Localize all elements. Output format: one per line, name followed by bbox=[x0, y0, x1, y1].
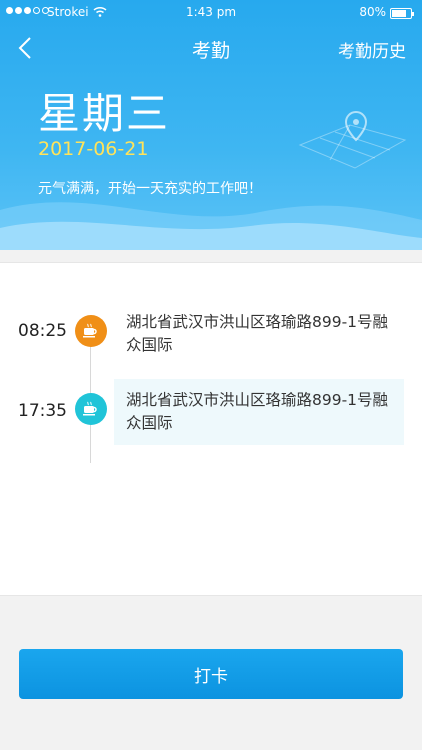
nav-bar: 考勤 考勤历史 bbox=[0, 26, 422, 70]
attendance-history-link[interactable]: 考勤历史 bbox=[338, 37, 406, 62]
map-pin-decoration-icon bbox=[298, 110, 407, 169]
attendance-record: 17:35 湖北省武汉市洪山区珞瑜路899-1号融众国际 bbox=[0, 379, 422, 445]
battery-percentage: 80% bbox=[359, 5, 386, 19]
battery-icon bbox=[390, 8, 414, 19]
date-label: 2017-06-21 bbox=[38, 138, 149, 160]
attendance-record: 08:25 湖北省武汉市洪山区珞瑜路899-1号融众国际 bbox=[0, 301, 422, 365]
punch-in-button[interactable]: 打卡 bbox=[19, 649, 403, 699]
coffee-icon bbox=[75, 315, 107, 347]
record-time: 17:35 bbox=[18, 401, 67, 421]
attendance-records: 08:25 湖北省武汉市洪山区珞瑜路899-1号融众国际 17:35 湖北省武汉… bbox=[0, 262, 422, 596]
slogan-text: 元气满满，开始一天充实的工作吧！ bbox=[38, 181, 262, 197]
record-time: 08:25 bbox=[18, 321, 67, 341]
record-address: 湖北省武汉市洪山区珞瑜路899-1号融众国际 bbox=[126, 313, 389, 354]
weekday-label: 星期三 bbox=[38, 89, 171, 138]
status-bar: Strokei 1:43 pm 80% bbox=[0, 0, 422, 26]
coffee-icon bbox=[75, 393, 107, 425]
record-address: 湖北省武汉市洪山区珞瑜路899-1号融众国际 bbox=[114, 379, 404, 445]
